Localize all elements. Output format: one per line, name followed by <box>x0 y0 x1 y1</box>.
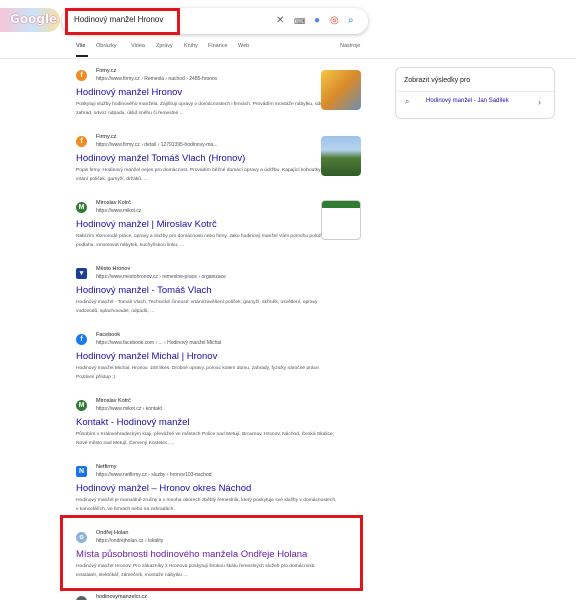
search-tabs: Vše Obrázky Videa Zprávy Knihy Finance W… <box>76 43 376 57</box>
result-snippet: Hodinový manžel je manuálně zručný a v m… <box>76 498 337 512</box>
result-title[interactable]: Hodinový manžel | Miroslav Kotrč <box>76 219 217 230</box>
result-snippet: Hodinový manžel - Tomáš Vlach. Technické… <box>76 300 318 314</box>
active-tab-indicator <box>76 55 88 57</box>
tab-images[interactable]: Obrázky <box>96 43 116 49</box>
related-results-panel: Zobrazit výsledky pro ⌕ Hodinový manžel … <box>395 67 555 119</box>
result-site-name: Město Hronov <box>96 266 131 272</box>
result-url[interactable]: https://www.netfirmy.cz › sluzby › hrono… <box>96 472 212 478</box>
result-snippet: Hodinový manžel Michal, Hronov. 108 like… <box>76 366 321 380</box>
netfirmy-icon: N <box>76 466 87 477</box>
result-url[interactable]: https://www.firmy.cz › detail › 12791395… <box>96 142 217 148</box>
result-highlight-box <box>60 515 363 591</box>
result-url[interactable]: https://www.facebook.com › ... › Hodinov… <box>96 340 221 346</box>
hronov-crest-icon: ▾ <box>76 268 87 279</box>
result-thumbnail-website[interactable] <box>321 200 361 240</box>
result-url[interactable]: https://www.mestohronov.cz › remeslne-pr… <box>96 274 226 280</box>
result-site-name: Miroslav Kotrč <box>96 398 131 404</box>
result-title[interactable]: Hodinový manžel Tomáš Vlach (Hronov) <box>76 153 245 164</box>
header-divider <box>0 58 576 59</box>
mikot-icon: M <box>76 202 87 213</box>
logo-text: Google <box>10 12 58 26</box>
result-thumbnail-landscape[interactable] <box>321 136 361 176</box>
tab-all[interactable]: Vše <box>76 43 85 49</box>
result-site-name: Miroslav Kotrč <box>96 200 131 206</box>
google-doodle-logo[interactable]: Google <box>0 8 60 32</box>
mikot-icon: M <box>76 400 87 411</box>
result-url[interactable]: https://www.firmy.cz › Remesla › nachod … <box>96 76 217 82</box>
panel-title: Zobrazit výsledky pro <box>404 77 471 84</box>
result-site-name: Netfirmy <box>96 464 117 470</box>
tab-web[interactable]: Web <box>238 43 249 49</box>
result-url[interactable]: https://www.mikot.cz <box>96 208 141 214</box>
keyboard-icon[interactable]: ⌨ <box>294 15 306 29</box>
result-snippet: Působím v Královehradeckým kraji, převáž… <box>76 432 335 446</box>
firmy-icon: f <box>76 136 87 147</box>
search-icon: ⌕ <box>405 97 410 106</box>
result-site-name: Facebook <box>96 332 121 338</box>
result-url[interactable]: https://www.mikot.cz › kontakt <box>96 406 162 412</box>
result-title[interactable]: Hodinový manžel Hronov <box>76 87 182 98</box>
tab-videos[interactable]: Videa <box>131 43 145 49</box>
result-snippet: Popis firmy. Hodinový manžel nejen pro d… <box>76 168 337 182</box>
microphone-icon[interactable]: ● <box>314 14 320 28</box>
clear-icon[interactable]: ✕ <box>276 14 284 28</box>
site-icon <box>76 596 87 600</box>
result-site-name: Firmy.cz <box>96 68 117 74</box>
firmy-icon: f <box>76 70 87 81</box>
result-title[interactable]: Hodinový manžel Michal | Hronov <box>76 351 217 362</box>
result-snippet: Nabízím různorodé práce, opravy a služby… <box>76 234 324 248</box>
tab-news[interactable]: Zprávy <box>156 43 173 49</box>
result-site-name: Firmy.cz <box>96 134 117 140</box>
result-title[interactable]: Hodinový manžel – Hronov okres Náchod <box>76 483 251 494</box>
search-icon[interactable]: ⌕ <box>348 14 354 28</box>
result-title[interactable]: Kontakt - Hodinový manžel <box>76 417 190 428</box>
result-site-name: hodinovymanzelcr.cz <box>96 594 148 600</box>
tab-finance[interactable]: Finance <box>208 43 228 49</box>
tools-button[interactable]: Nástroje <box>340 43 360 49</box>
facebook-icon: f <box>76 334 87 345</box>
chevron-right-icon[interactable]: › <box>538 97 541 107</box>
result-thumbnail-handyman[interactable] <box>321 70 361 110</box>
suggested-result-link[interactable]: Hodinový manžel - Jan Sadílek <box>426 98 509 104</box>
result-snippet: Poskytuji služby hodinového manžela. Zaj… <box>76 102 330 116</box>
search-highlight-box <box>65 8 180 35</box>
panel-divider <box>396 91 554 92</box>
result-title[interactable]: Hodinový manžel - Tomáš Vlach <box>76 285 212 296</box>
tab-books[interactable]: Knihy <box>184 43 198 49</box>
lens-icon[interactable]: ◎ <box>330 14 339 28</box>
